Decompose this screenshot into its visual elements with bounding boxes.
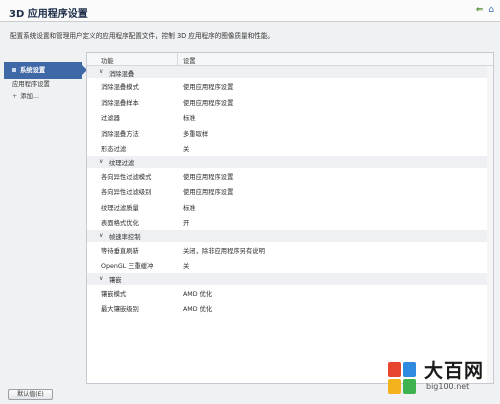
setting-value[interactable]: 关闭，除非应用程序另有说明 (183, 246, 265, 255)
group-label: 纹理过滤 (109, 160, 135, 167)
settings-row[interactable]: 各向异性过滤模式 使用应用程序设置 (87, 168, 493, 184)
setting-value[interactable]: 开 (183, 218, 189, 227)
settings-row[interactable]: 消除混叠样本 使用应用程序设置 (87, 94, 493, 110)
setting-name: 镶嵌模式 (101, 290, 127, 298)
setting-value[interactable]: 标准 (183, 203, 196, 212)
chevron-down-icon[interactable]: ∨ (99, 232, 103, 239)
settings-row[interactable]: OpenGL 三重缓冲 关 (87, 257, 493, 273)
scrollbar[interactable] (487, 66, 493, 383)
sidebar-item-label: 应用程序设置 (12, 81, 50, 88)
sidebar: 系统设置 应用程序设置 + 添加... (4, 62, 87, 103)
table-header: 功能 设置 (87, 53, 493, 66)
settings-row[interactable]: 等待垂直刷新 关闭，除非应用程序另有说明 (87, 242, 493, 258)
settings-row[interactable]: 消除混叠模式 使用应用程序设置 (87, 78, 493, 94)
setting-name: 等待垂直刷新 (101, 247, 139, 255)
settings-row[interactable]: 纹理过滤质量 标准 (87, 199, 493, 215)
setting-value[interactable]: 多重取样 (183, 129, 208, 138)
settings-list: ∨ 消除混叠 消除混叠模式 使用应用程序设置 消除混叠样本 使用应用程序设置 过滤器 标准 消除… (87, 66, 493, 316)
setting-name: 消除混叠模式 (101, 84, 139, 91)
sidebar-item-system-settings[interactable]: 系统设置 (4, 62, 87, 79)
settings-panel: 功能 设置 ∨ 消除混叠 消除混叠模式 使用应用程序设置 消除混叠样本 使用应用程序设置过… (86, 52, 494, 384)
setting-name: 各向异性过滤级别 (101, 189, 152, 196)
settings-row[interactable]: 过滤器 标准 (87, 109, 493, 125)
setting-name: 纹理过滤质量 (101, 204, 139, 212)
setting-value[interactable]: 使用应用程序设置 (183, 172, 233, 181)
setting-value[interactable]: 使用应用程序设置 (183, 187, 233, 196)
settings-row[interactable]: 表面格式优化 开 (87, 214, 493, 230)
sidebar-item-add[interactable]: + 添加... (4, 91, 82, 103)
settings-row[interactable]: 最大镶嵌级别 AMD 优化 (87, 300, 493, 316)
sidebar-item-label: 添加... (20, 93, 39, 100)
setting-value[interactable]: AMD 优化 (183, 289, 212, 298)
setting-name: 最大镶嵌级别 (101, 306, 139, 313)
watermark-logo-icon (388, 362, 416, 394)
setting-name: 各向异性过滤模式 (101, 173, 152, 181)
watermark-logo: 大百网 big100.net (382, 352, 496, 400)
chevron-down-icon[interactable]: ∨ (99, 275, 103, 282)
group-header[interactable]: ∨ 帧速率控制 (87, 229, 493, 242)
setting-name: 形态过滤 (101, 146, 127, 153)
sidebar-item-label: 系统设置 (20, 67, 46, 74)
sidebar-item-app-settings[interactable]: 应用程序设置 (4, 79, 82, 91)
group-label: 镶嵌 (109, 277, 122, 284)
watermark-url: big100.net (426, 382, 470, 391)
column-header-setting[interactable]: 设置 (183, 56, 196, 65)
home-icon[interactable]: ⌂ (488, 5, 494, 15)
page-description: 配置系统设置和管理用户定义的应用程序配置文件，控制 3D 应用程序的图像质量和性… (10, 32, 275, 40)
title-bar: 3D 应用程序设置 ⇐ ⌂ (0, 0, 500, 22)
bullet-icon (12, 68, 16, 72)
group-header[interactable]: ∨ 消除混叠 (87, 66, 493, 78)
setting-value[interactable]: 关 (183, 144, 189, 153)
group-label: 帧速率控制 (109, 234, 141, 241)
settings-row[interactable]: 消除混叠方法 多重取样 (87, 125, 493, 141)
setting-value[interactable]: AMD 优化 (183, 304, 212, 313)
settings-row[interactable]: 镶嵌模式 AMD 优化 (87, 285, 493, 301)
setting-name: 表面格式优化 (101, 220, 139, 227)
setting-name: 消除混叠样本 (101, 99, 139, 107)
setting-value[interactable]: 使用应用程序设置 (183, 82, 233, 91)
plus-icon: + (12, 93, 18, 100)
setting-name: 消除混叠方法 (101, 130, 139, 138)
column-header-function[interactable]: 功能 (101, 56, 114, 65)
setting-name: OpenGL 三重缓冲 (101, 263, 154, 270)
column-divider[interactable] (177, 53, 178, 66)
group-label: 消除混叠 (109, 70, 135, 78)
setting-value[interactable]: 关 (183, 261, 189, 270)
chevron-down-icon[interactable]: ∨ (99, 158, 103, 165)
setting-value[interactable]: 使用应用程序设置 (183, 98, 233, 107)
group-header[interactable]: ∨ 镶嵌 (87, 272, 493, 285)
settings-row[interactable]: 各向异性过滤级别 使用应用程序设置 (87, 183, 493, 199)
page-title: 3D 应用程序设置 (9, 9, 88, 20)
setting-name: 过滤器 (101, 115, 120, 122)
back-arrow-icon[interactable]: ⇐ (476, 5, 484, 15)
settings-row[interactable]: 形态过滤 关 (87, 140, 493, 156)
restore-defaults-button[interactable]: 默认值(E) (8, 389, 53, 400)
setting-value[interactable]: 标准 (183, 113, 196, 122)
group-header[interactable]: ∨ 纹理过滤 (87, 155, 493, 168)
watermark-name: 大百网 (424, 360, 485, 382)
title-bar-icons: ⇐ ⌂ (476, 5, 494, 15)
chevron-down-icon[interactable]: ∨ (99, 68, 103, 75)
